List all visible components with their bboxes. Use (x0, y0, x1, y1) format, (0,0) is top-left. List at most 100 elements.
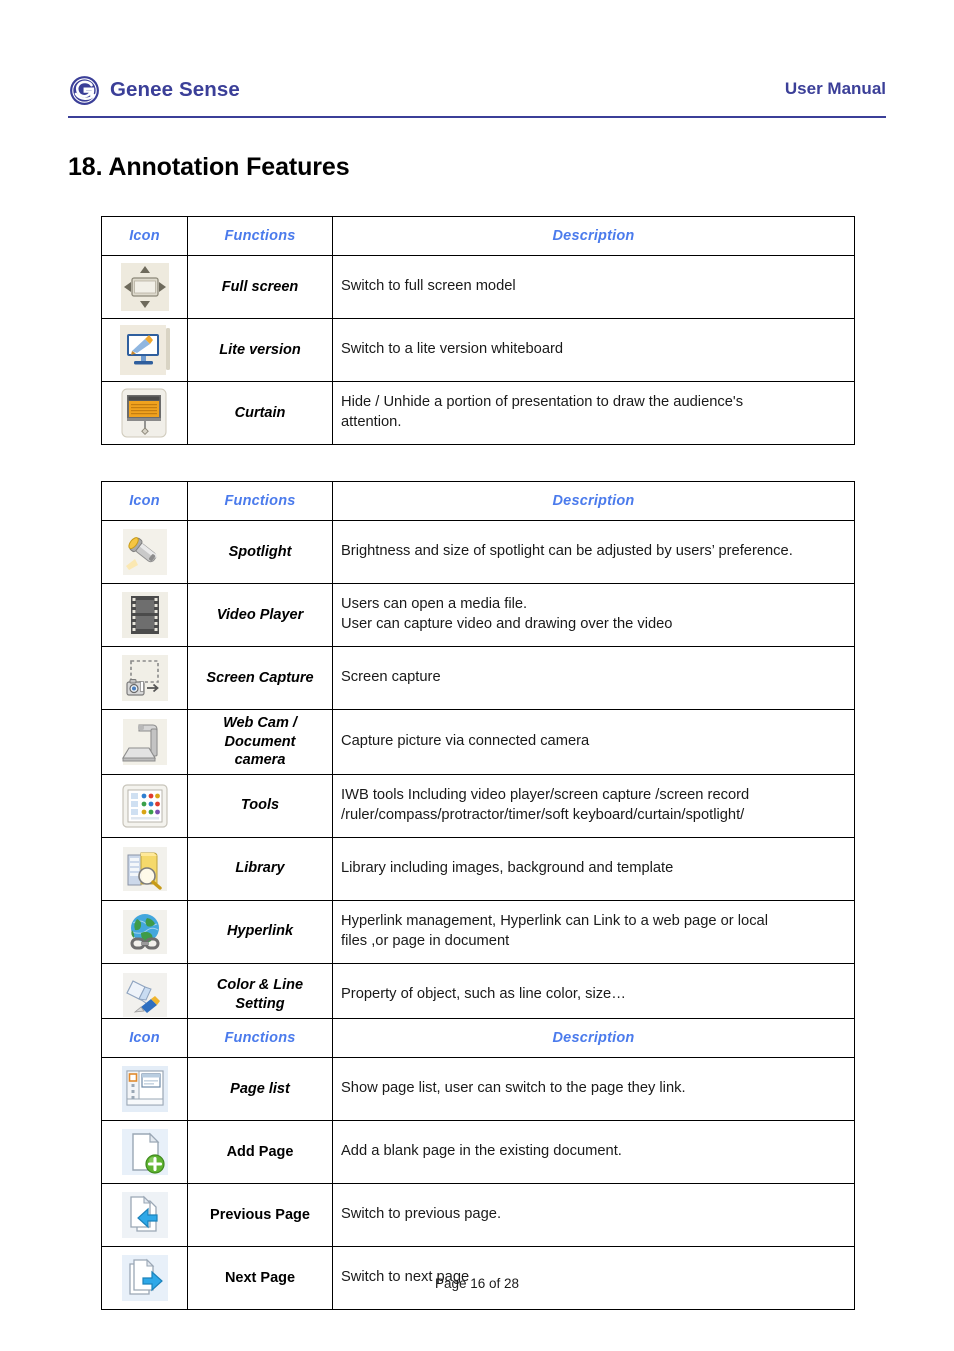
tools-icon (119, 780, 171, 832)
description-cell: Show page list, user can switch to the p… (332, 1057, 855, 1121)
table-header-row: Icon Functions Description (101, 1018, 855, 1058)
column-header-functions: Functions (187, 1018, 333, 1058)
description-line: User can capture video and drawing over … (341, 616, 673, 632)
curtain-icon (119, 387, 171, 439)
page-number-label: Page 16 of 28 (434, 1276, 520, 1291)
column-header-icon: Icon (101, 216, 188, 256)
page-list-icon (119, 1063, 171, 1115)
table-body: Full screen Switch to full screen model L… (101, 255, 855, 445)
icon-cell (101, 1057, 188, 1121)
description-cell: Add a blank page in the existing documen… (332, 1120, 855, 1184)
description-line: files ,or page in document (341, 932, 510, 949)
function-name-cell: Tools (187, 773, 333, 838)
description-line: Users can open a media file. (341, 596, 528, 613)
table-row: Video Player Users can open a media file.… (101, 583, 855, 647)
column-header-icon: Icon (101, 1018, 188, 1058)
column-header-description: Description (332, 216, 855, 256)
description-line: Property of object, such as line color, … (341, 985, 626, 1002)
icon-cell (101, 899, 188, 964)
column-header-icon: Icon (101, 481, 188, 521)
description-line: /ruler/compass/protractor/timer/soft key… (341, 806, 745, 823)
icon-cell (101, 836, 188, 901)
genee-logo-icon (68, 74, 101, 107)
function-name-cell: Screen Capture (187, 646, 333, 710)
function-name-cell: Add Page (187, 1120, 333, 1184)
table-row: Curtain Hide / Unhide a portion of presen… (101, 381, 855, 445)
function-name-cell: Library (187, 836, 333, 901)
function-name-cell: Full screen (187, 255, 333, 319)
description-line: Capture picture via connected camera (341, 732, 590, 749)
description-cell: Capture picture via connected camera (332, 709, 855, 775)
description-line: IWB tools Including video player/screen … (341, 786, 750, 803)
icon-cell (101, 255, 188, 319)
screen-capture-icon (119, 652, 171, 704)
table-row: Color & Line Setting Property of object, s… (101, 962, 855, 1027)
table-body: Page list Show page list, user can switch… (101, 1057, 855, 1310)
function-name-cell: Spotlight (187, 520, 333, 584)
table-row: Spotlight Brightness and size of spotligh… (101, 520, 855, 584)
previous-page-icon (119, 1189, 171, 1241)
table-row: Web Cam / Document camera Capture picture v… (101, 709, 855, 775)
function-name-cell: Video Player (187, 583, 333, 647)
column-header-description: Description (332, 1018, 855, 1058)
description-cell: Switch to full screen model (332, 255, 855, 319)
document-page: Genee Sense User Manual 18. Annotation F… (0, 0, 954, 1351)
table-row: Add Page Add a blank page in the existing… (101, 1120, 855, 1184)
table-row: Lite version Switch to a lite version wh… (101, 318, 855, 382)
description-cell: Switch to a lite version whiteboard (332, 318, 855, 382)
function-name-cell: Color & Line Setting (187, 962, 333, 1027)
description-cell: Brightness and size of spotlight can be … (332, 520, 855, 584)
icon-cell (101, 381, 188, 445)
add-page-icon (119, 1126, 171, 1178)
table-row: Screen Capture Screen capture (101, 646, 855, 710)
lite-version-icon (119, 324, 171, 376)
description-cell: Property of object, such as line color, … (332, 962, 855, 1027)
icon-cell (101, 709, 188, 775)
column-header-functions: Functions (187, 481, 333, 521)
icon-cell (101, 962, 188, 1027)
description-line: Switch to previous page. (341, 1206, 502, 1223)
description-cell: Library including images, background and… (332, 836, 855, 901)
function-name-cell: Web Cam / Document camera (187, 709, 333, 775)
description-line: Screen capture (341, 669, 441, 686)
description-line: attention. (341, 414, 402, 430)
feature-table-pages: Icon Functions Description Page list Show… (101, 1018, 855, 1310)
video-player-icon (119, 589, 171, 641)
description-cell: Switch to previous page. (332, 1183, 855, 1247)
table-row: Page list Show page list, user can switch… (101, 1057, 855, 1121)
icon-cell (101, 583, 188, 647)
web-cam-icon (119, 716, 171, 768)
function-name-cell: Page list (187, 1057, 333, 1121)
page-title: 18. Annotation Features (68, 152, 350, 181)
full-screen-icon (119, 261, 171, 313)
brand-name: Genee Sense (110, 78, 240, 101)
description-cell: IWB tools Including video player/screen … (332, 773, 855, 838)
color-line-setting-icon (119, 969, 171, 1021)
description-cell: Hide / Unhide a portion of presentation … (332, 381, 855, 445)
table-row: Hyperlink Hyperlink management, Hyperlink… (101, 899, 855, 964)
description-line: Add a blank page in the existing documen… (341, 1143, 622, 1160)
description-line: Brightness and size of spotlight can be … (341, 543, 793, 560)
icon-cell (101, 773, 188, 838)
description-line: Switch to full screen model (341, 278, 516, 295)
description-cell: Screen capture (332, 646, 855, 710)
table-header-row: Icon Functions Description (101, 216, 855, 256)
description-cell: Hyperlink management, Hyperlink can Link… (332, 899, 855, 964)
function-name-cell: Curtain (187, 381, 333, 445)
library-icon (119, 843, 171, 895)
description-line: Hyperlink management, Hyperlink can Link… (341, 912, 768, 929)
document-header: Genee Sense User Manual (68, 64, 886, 118)
function-name-cell: Lite version (187, 318, 333, 382)
hyperlink-icon (119, 906, 171, 958)
table-row: Library Library including images, backgro… (101, 836, 855, 901)
document-type-label: User Manual (784, 79, 886, 98)
function-name-cell: Previous Page (187, 1183, 333, 1247)
page-footer: Page 16 of 28 (0, 1276, 954, 1291)
table-body: Spotlight Brightness and size of spotligh… (101, 520, 855, 1027)
description-line: Switch to a lite version whiteboard (341, 341, 564, 358)
icon-cell (101, 318, 188, 382)
icon-cell (101, 1183, 188, 1247)
feature-table-view-modes: Icon Functions Description Full screen Sw… (101, 216, 855, 445)
table-row: Previous Page Switch to previous page. (101, 1183, 855, 1247)
icon-cell (101, 646, 188, 710)
